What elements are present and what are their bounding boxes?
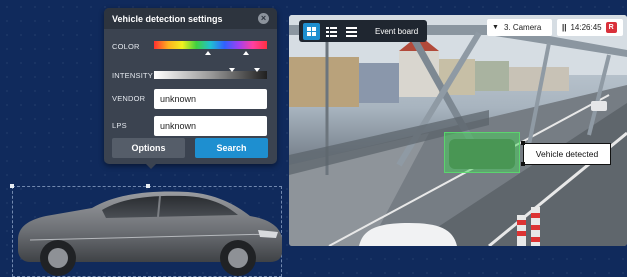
pause-icon[interactable]: || — [562, 23, 566, 32]
list-view-icon[interactable] — [323, 23, 340, 40]
recording-badge: R — [605, 22, 617, 33]
vehicle-detected-label: Vehicle detected — [523, 143, 611, 165]
vehicle-illustration — [18, 191, 282, 276]
intensity-slider-handle[interactable] — [254, 68, 260, 72]
color-slider[interactable] — [154, 41, 267, 49]
label-corner-handle — [521, 162, 525, 166]
close-icon[interactable]: × — [258, 13, 269, 24]
time-display: 14:26:45 — [570, 23, 602, 32]
options-button[interactable]: Options — [112, 138, 185, 158]
filter-icon: ▼ — [492, 24, 499, 31]
panel-title: Vehicle detection settings — [112, 13, 223, 24]
label-corner-handle — [521, 141, 525, 145]
camera-toolbar: Event board — [299, 20, 427, 42]
event-board-label[interactable]: Event board — [375, 27, 418, 36]
camera-name: 3. Camera — [503, 23, 542, 32]
color-slider-handle[interactable] — [243, 51, 249, 55]
lps-label: LPS — [112, 121, 127, 130]
panel-header: Vehicle detection settings × — [104, 8, 277, 29]
vendor-label: VENDOR — [112, 94, 146, 103]
intensity-slider-handle[interactable] — [229, 68, 235, 72]
camera-view[interactable] — [289, 15, 627, 246]
color-label: COLOR — [112, 42, 140, 51]
menu-lines-icon[interactable] — [343, 23, 360, 40]
color-slider-handle[interactable] — [205, 51, 211, 55]
vendor-field[interactable]: unknown — [154, 89, 267, 109]
detection-bounding-box[interactable] — [444, 132, 520, 173]
lps-field[interactable]: unknown — [154, 116, 267, 136]
camera-selector[interactable]: ▼ 3. Camera — [487, 19, 552, 36]
camera-timestamp: || 14:26:45 R — [557, 19, 623, 36]
search-button[interactable]: Search — [195, 138, 268, 158]
grid-view-icon[interactable] — [303, 22, 320, 40]
intensity-label: INTENSITY — [112, 71, 153, 80]
camera-scene — [289, 15, 627, 246]
panel-pointer — [145, 163, 157, 169]
intensity-slider[interactable] — [154, 71, 267, 79]
vehicle-detection-settings-panel: Vehicle detection settings × COLOR INTEN… — [104, 8, 277, 164]
